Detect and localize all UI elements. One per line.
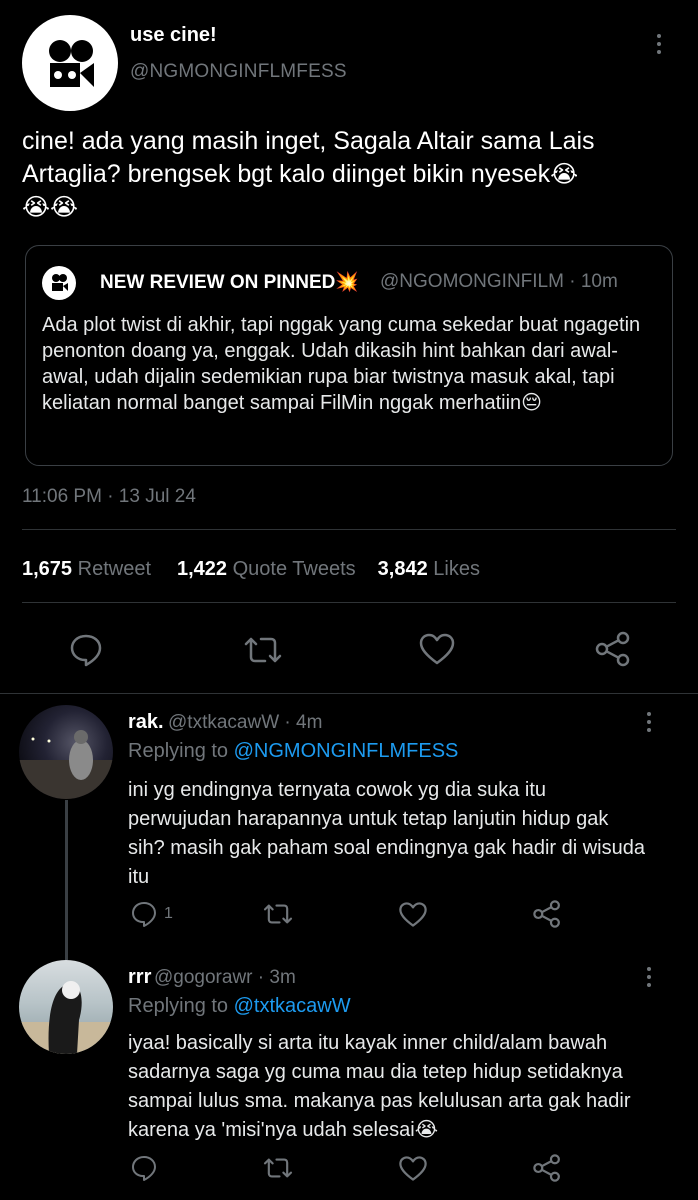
like-icon[interactable] bbox=[398, 901, 428, 928]
replying-to: Replying to @NGMONGINFLMFESS bbox=[128, 740, 458, 763]
thread-line bbox=[65, 800, 68, 960]
quoted-author-name: NEW REVIEW ON PINNED💥 bbox=[100, 270, 359, 294]
more-icon[interactable] bbox=[656, 34, 662, 54]
crying-emoji: 😭 bbox=[414, 1119, 439, 1141]
pensive-emoji: 😔 bbox=[521, 392, 542, 414]
quote-count[interactable]: 1,422 bbox=[177, 558, 227, 581]
share-icon[interactable] bbox=[532, 899, 562, 929]
author-handle[interactable]: @NGMONGINFLMFESS bbox=[130, 61, 347, 83]
divider bbox=[22, 529, 676, 530]
like-icon[interactable] bbox=[418, 632, 456, 666]
quoted-name-text: NEW REVIEW ON PINNED bbox=[100, 272, 336, 293]
reply-body: iyaa! basically si arta itu kayak inner … bbox=[128, 1032, 631, 1141]
reply-author-name[interactable]: rak. bbox=[128, 711, 164, 734]
crying-emoji: 😭😭 bbox=[22, 194, 79, 221]
reply-author-name[interactable]: rrr bbox=[128, 966, 151, 989]
author-avatar[interactable] bbox=[22, 15, 118, 111]
more-icon[interactable] bbox=[646, 712, 652, 732]
like-icon[interactable] bbox=[398, 1155, 428, 1182]
reply-handle-time[interactable]: @gogorawr · 3m bbox=[154, 967, 296, 989]
camera-logo-icon bbox=[52, 274, 68, 291]
tweet-body: cine! ada yang masih inget, Sagala Altai… bbox=[22, 127, 595, 188]
tweet-timestamp[interactable]: 11:06 PM · 13 Jul 24 bbox=[22, 486, 196, 508]
camera-logo-icon bbox=[49, 40, 94, 87]
retweet-icon[interactable] bbox=[262, 901, 294, 927]
replying-prefix: Replying to bbox=[128, 740, 229, 762]
like-count[interactable]: 3,842 bbox=[378, 558, 428, 581]
avatar-photo-icon bbox=[19, 730, 113, 799]
avatar-photo-icon bbox=[19, 981, 113, 1054]
crying-emoji: 😭 bbox=[550, 161, 579, 188]
share-icon[interactable] bbox=[532, 1153, 562, 1183]
reply-avatar[interactable] bbox=[19, 960, 113, 1054]
replying-prefix: Replying to bbox=[128, 995, 229, 1017]
author-name[interactable]: use cine! bbox=[130, 24, 217, 47]
retweet-label[interactable]: Retweet bbox=[78, 558, 151, 581]
replying-to-link[interactable]: @txtkacawW bbox=[234, 995, 351, 1017]
quoted-body: Ada plot twist di akhir, tapi nggak yang… bbox=[42, 314, 641, 414]
tweet-stats: 1,675 Retweet 1,422 Quote Tweets 3,842 L… bbox=[22, 558, 480, 581]
like-label[interactable]: Likes bbox=[433, 558, 480, 581]
reply-text: iyaa! basically si arta itu kayak inner … bbox=[128, 1029, 668, 1145]
reply-avatar[interactable] bbox=[19, 705, 113, 799]
quote-label[interactable]: Quote Tweets bbox=[233, 558, 356, 581]
divider bbox=[22, 602, 676, 603]
share-icon[interactable] bbox=[594, 630, 632, 668]
reply-handle-time[interactable]: @txtkacawW · 4m bbox=[168, 712, 322, 734]
reply-icon[interactable] bbox=[130, 1154, 158, 1182]
retweet-count[interactable]: 1,675 bbox=[22, 558, 72, 581]
replying-to-link[interactable]: @NGMONGINFLMFESS bbox=[234, 740, 459, 762]
reply-count: 1 bbox=[164, 905, 173, 922]
reply-text: ini yg endingnya ternyata cowok yg dia s… bbox=[128, 779, 645, 888]
reply-icon[interactable] bbox=[130, 900, 158, 928]
retweet-icon[interactable] bbox=[262, 1155, 294, 1181]
collision-emoji: 💥 bbox=[335, 272, 360, 293]
quoted-handle-time: @NGOMONGINFILM · 10m bbox=[380, 271, 618, 292]
tweet-text: cine! ada yang masih inget, Sagala Altai… bbox=[22, 125, 672, 224]
replying-to: Replying to @txtkacawW bbox=[128, 995, 351, 1018]
reply-icon[interactable] bbox=[68, 632, 104, 668]
quoted-avatar bbox=[42, 266, 76, 300]
retweet-icon[interactable] bbox=[243, 633, 283, 667]
quoted-text: Ada plot twist di akhir, tapi nggak yang… bbox=[42, 312, 652, 416]
more-icon[interactable] bbox=[646, 967, 652, 987]
divider bbox=[0, 693, 698, 694]
